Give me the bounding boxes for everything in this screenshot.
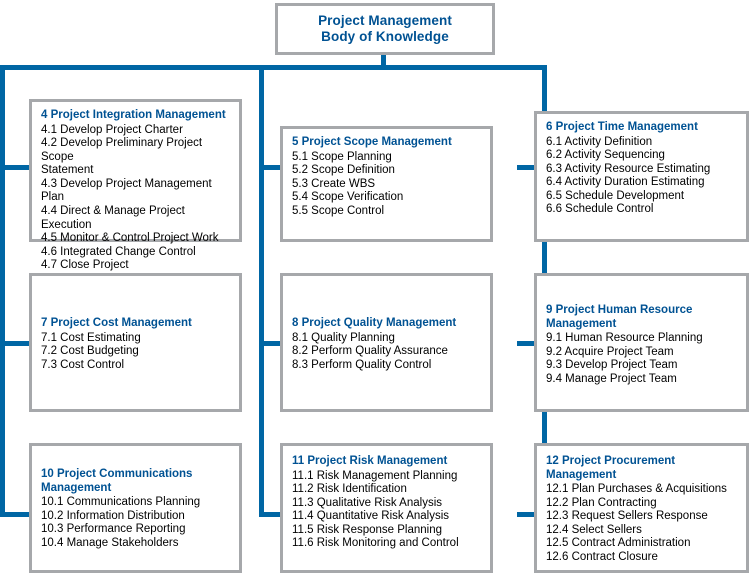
- knowledge-area-box-procurement: 12 Project Procurement Management 12.1 P…: [534, 443, 749, 573]
- connector-middle-spine: [259, 65, 264, 517]
- knowledge-area-title-integration: 4 Project Integration Management: [41, 109, 226, 121]
- knowledge-area-box-communications: 10 Project Communications Management 10.…: [29, 443, 242, 573]
- connector-left-spine: [0, 65, 5, 517]
- process-item: 12.2 Plan Contracting: [546, 496, 657, 509]
- connector-main-bus: [0, 65, 547, 70]
- connector-branch-communications: [0, 512, 30, 517]
- knowledge-area-title-communications: 10 Project Communications Management: [41, 468, 193, 494]
- process-list-procurement: 12.1 Plan Purchases & Acquisitions 12.2 …: [546, 483, 740, 565]
- process-item: 5.3 Create WBS: [292, 177, 376, 190]
- process-item: 7.2 Cost Budgeting: [41, 345, 139, 358]
- process-item: 9.1 Human Resource Planning: [546, 332, 703, 344]
- process-list-communications: 10.1 Communications Planning 10.2 Inform…: [41, 496, 233, 550]
- process-item: 9.3 Develop Project Team: [546, 359, 678, 372]
- process-item: 10.3 Performance Reporting: [41, 523, 186, 536]
- process-item: 6.5 Schedule Development: [546, 189, 685, 202]
- knowledge-area-title-cost: 7 Project Cost Management: [41, 317, 192, 329]
- process-item: 11.4 Quantitative Risk Analysis: [292, 510, 450, 523]
- process-list-time: 6.1 Activity Definition 6.2 Activity Seq…: [546, 136, 740, 218]
- process-item: 9.2 Acquire Project Team: [546, 345, 674, 358]
- process-item: 4.7 Close Project: [41, 259, 129, 272]
- process-item: 12.4 Select Sellers: [546, 523, 642, 536]
- pmbok-knowledge-areas-diagram: Project Management Body of Knowledge 4 P…: [0, 0, 749, 579]
- process-item: 4.1 Develop Project Charter: [41, 123, 183, 136]
- knowledge-area-box-risk: 11 Project Risk Management 11.1 Risk Man…: [280, 443, 493, 573]
- knowledge-area-box-cost: 7 Project Cost Management 7.1 Cost Estim…: [29, 273, 242, 412]
- connector-branch-cost: [0, 341, 30, 346]
- process-item: 4.6 Integrated Change Control: [41, 245, 196, 258]
- process-item: 8.2 Perform Quality Assurance: [292, 345, 448, 358]
- process-item: 5.2 Scope Definition: [292, 164, 395, 177]
- process-item: 11.3 Qualitative Risk Analysis: [292, 496, 442, 509]
- process-item: 12.1 Plan Purchases & Acquisitions: [546, 483, 727, 495]
- process-list-cost: 7.1 Cost Estimating 7.2 Cost Budgeting 7…: [41, 332, 233, 373]
- knowledge-area-title-quality: 8 Project Quality Management: [292, 317, 457, 329]
- knowledge-area-title-risk: 11 Project Risk Management: [292, 455, 448, 467]
- process-item: 5.1 Scope Planning: [292, 150, 392, 163]
- process-item: 5.4 Scope Verification: [292, 191, 404, 204]
- process-item: 11.1 Risk Management Planning: [292, 469, 458, 482]
- process-item: 6.4 Activity Duration Estimating: [546, 176, 705, 189]
- process-item: 4.5 Monitor & Control Project Work: [41, 232, 219, 245]
- process-item: 11.5 Risk Response Planning: [292, 523, 443, 536]
- process-item: 6.2 Activity Sequencing: [546, 149, 665, 162]
- process-list-risk: 11.1 Risk Management Planning 11.2 Risk …: [292, 470, 484, 552]
- root-title-line1: Project Management: [318, 13, 452, 28]
- root-title: Project Management Body of Knowledge: [318, 13, 452, 45]
- root-title-line2: Body of Knowledge: [321, 29, 449, 44]
- connector-branch-integration: [0, 165, 30, 170]
- knowledge-area-box-human-resource: 9 Project Human Resource Management 9.1 …: [534, 273, 749, 412]
- process-item: 8.3 Perform Quality Control: [292, 358, 432, 371]
- knowledge-area-title-procurement: 12 Project Procurement Management: [546, 455, 676, 481]
- process-item: 5.5 Scope Control: [292, 204, 385, 217]
- process-list-scope: 5.1 Scope Planning 5.2 Scope Definition …: [292, 151, 484, 219]
- process-item: 7.1 Cost Estimating: [41, 331, 141, 344]
- process-list-integration: 4.1 Develop Project Charter 4.2 Develop …: [41, 124, 233, 274]
- process-item: 12.5 Contract Administration: [546, 537, 691, 550]
- process-list-human-resource: 9.1 Human Resource Planning 9.2 Acquire …: [546, 332, 740, 386]
- process-item: 10.1 Communications Planning: [41, 496, 201, 508]
- process-item: 8.1 Quality Planning: [292, 331, 395, 344]
- process-item: 11.2 Risk Identification: [292, 483, 407, 496]
- knowledge-area-box-integration: 4 Project Integration Management 4.1 Dev…: [29, 99, 242, 271]
- process-item: 4.4 Direct & Manage Project Execution: [41, 205, 185, 231]
- process-item: 11.6 Risk Monitoring and Control: [292, 537, 459, 550]
- connector-branch-quality: [259, 341, 280, 346]
- knowledge-area-box-quality: 8 Project Quality Management 8.1 Quality…: [280, 273, 493, 412]
- process-item: 6.3 Activity Resource Estimating: [546, 162, 711, 175]
- knowledge-area-title-human-resource: 9 Project Human Resource Management: [546, 304, 693, 330]
- process-item: 6.6 Schedule Control: [546, 203, 654, 216]
- knowledge-area-title-time: 6 Project Time Management: [546, 121, 698, 133]
- knowledge-area-title-scope: 5 Project Scope Management: [292, 136, 452, 148]
- process-item: 6.1 Activity Definition: [546, 135, 653, 148]
- process-list-quality: 8.1 Quality Planning 8.2 Perform Quality…: [292, 332, 484, 373]
- process-item: 12.6 Contract Closure: [546, 550, 658, 563]
- connector-branch-risk: [259, 512, 280, 517]
- process-item: 4.3 Develop Project Management Plan: [41, 177, 212, 204]
- process-item: 12.3 Request Sellers Response: [546, 510, 708, 523]
- root-title-box: Project Management Body of Knowledge: [275, 3, 495, 55]
- process-item: 10.4 Manage Stakeholders: [41, 536, 179, 549]
- connector-branch-scope: [259, 165, 280, 170]
- process-item: 7.3 Cost Control: [41, 358, 125, 371]
- process-item: 4.2 Develop Preliminary Project Scope St…: [41, 137, 203, 177]
- knowledge-area-box-time: 6 Project Time Management 6.1 Activity D…: [534, 111, 749, 242]
- process-item: 9.4 Manage Project Team: [546, 372, 677, 385]
- process-item: 10.2 Information Distribution: [41, 509, 185, 522]
- knowledge-area-box-scope: 5 Project Scope Management 5.1 Scope Pla…: [280, 126, 493, 242]
